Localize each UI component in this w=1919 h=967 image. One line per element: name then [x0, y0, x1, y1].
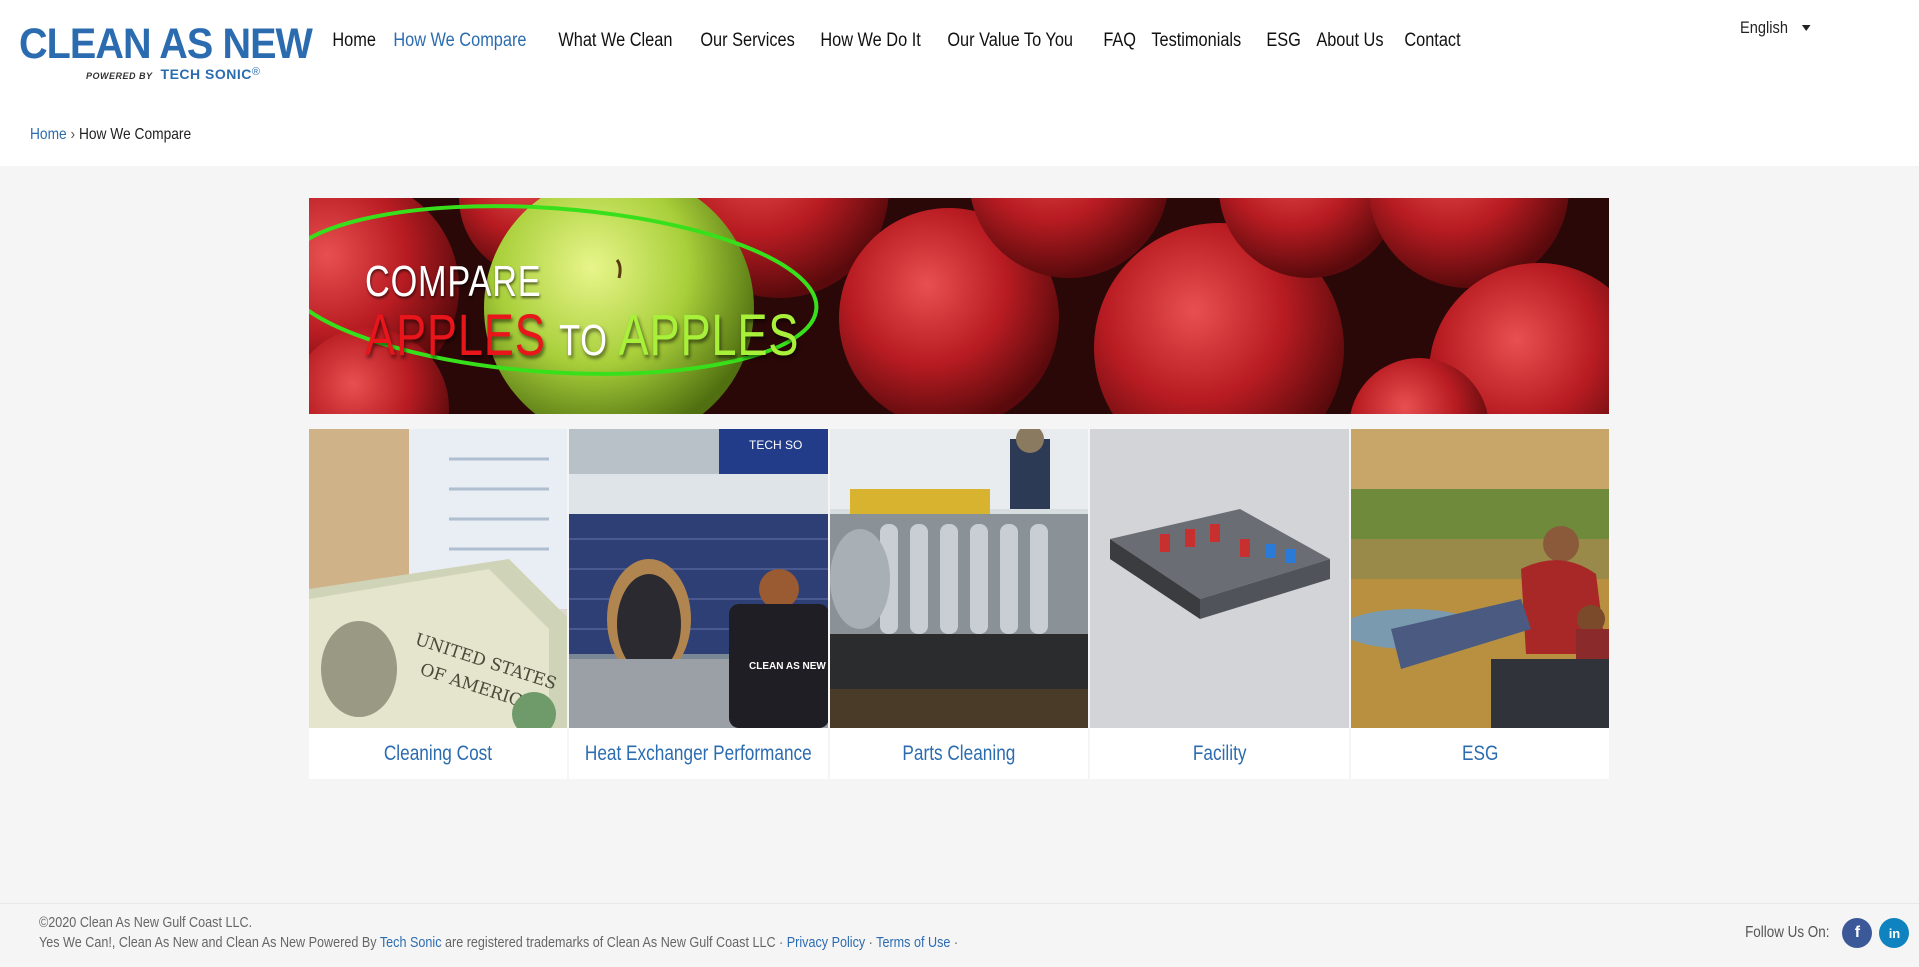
logo-tagline: POWERED BY TECH SONIC® — [86, 66, 260, 84]
site-header: CLEAN AS NEW POWERED BY TECH SONIC® Home … — [0, 0, 1919, 92]
footer-dot: · — [868, 934, 873, 951]
language-selected: English — [1740, 18, 1788, 37]
tile-label: Facility — [1192, 741, 1247, 765]
nav-our-services[interactable]: Our Services — [690, 30, 805, 52]
logo-wordmark: CLEAN AS NEW — [19, 20, 313, 68]
svg-text:TECH SO: TECH SO — [749, 438, 802, 452]
caret-down-icon — [1801, 25, 1811, 31]
nav-faq[interactable]: FAQ — [1093, 30, 1146, 52]
footer-tech-sonic-link[interactable]: Tech Sonic — [380, 934, 442, 951]
tile-label: Cleaning Cost — [384, 741, 493, 765]
footer-dot: · — [953, 934, 959, 951]
breadcrumb-current: How We Compare — [78, 126, 192, 143]
banner-apples-green: APPLES — [618, 303, 800, 368]
logo-powered-by: POWERED BY — [86, 71, 153, 81]
nav-esg[interactable]: ESG — [1256, 30, 1311, 52]
site-footer: ©2020 Clean As New Gulf Coast LLC. Yes W… — [0, 903, 1919, 967]
site-logo[interactable]: CLEAN AS NEW POWERED BY TECH SONIC® — [19, 20, 313, 84]
nav-home[interactable]: Home — [322, 30, 386, 52]
breadcrumb: Home › How We Compare — [30, 126, 191, 144]
logo-tech-sonic: TECH SONIC — [160, 66, 252, 82]
svg-text:CLEAN AS NEW: CLEAN AS NEW — [749, 661, 826, 672]
language-selector[interactable]: English — [1740, 18, 1811, 38]
footer-privacy-link[interactable]: Privacy Policy — [787, 934, 865, 951]
tile-heat-exchanger[interactable]: TECH SO CLEAN AS NEW Heat Exchanger Perf… — [569, 429, 828, 779]
footer-terms-link[interactable]: Terms of Use — [876, 934, 950, 951]
nav-what-we-clean[interactable]: What We Clean — [548, 30, 683, 52]
banner-compare-text: COMPARE — [365, 257, 542, 306]
nav-our-value[interactable]: Our Value To You — [937, 30, 1083, 52]
compare-tiles: UNITED STATES OF AMERICA Cleaning Cost T… — [309, 429, 1609, 779]
banner-apples-line: APPLES TO APPLES — [365, 306, 799, 371]
footer-trademark-suffix: are registered trademarks of Clean As Ne… — [445, 934, 784, 951]
esg-image — [1350, 429, 1609, 728]
money-image: UNITED STATES OF AMERICA — [309, 429, 568, 728]
tile-esg[interactable]: ESG — [1350, 429, 1609, 779]
tile-parts-cleaning[interactable]: Parts Cleaning — [829, 429, 1089, 779]
facebook-icon[interactable]: f — [1842, 918, 1873, 948]
banner-apples-red: APPLES — [365, 303, 546, 368]
banner-to: TO — [559, 316, 608, 365]
banner-headline: COMPARE APPLES TO APPLES — [365, 258, 922, 371]
follow-label: Follow Us On: — [1745, 924, 1830, 941]
parts-image — [829, 429, 1089, 728]
nav-contact[interactable]: Contact — [1394, 30, 1471, 52]
tile-cleaning-cost[interactable]: UNITED STATES OF AMERICA Cleaning Cost — [309, 429, 568, 779]
main-nav: Home How We Compare What We Clean Our Se… — [322, 30, 1469, 52]
footer-legal: ©2020 Clean As New Gulf Coast LLC. Yes W… — [39, 913, 958, 953]
heat-exchanger-image: TECH SO CLEAN AS NEW — [569, 429, 828, 728]
footer-copyright: ©2020 Clean As New Gulf Coast LLC. — [39, 914, 253, 931]
breadcrumb-separator: › — [70, 126, 76, 143]
facility-image — [1090, 429, 1349, 728]
nav-about-us[interactable]: About Us — [1306, 30, 1394, 52]
footer-trademark-prefix: Yes We Can!, Clean As New and Clean As N… — [39, 934, 377, 951]
footer-trademarks: Yes We Can!, Clean As New and Clean As N… — [39, 933, 958, 953]
linkedin-icon[interactable]: in — [1879, 918, 1910, 948]
logo-registered-mark: ® — [251, 66, 260, 78]
tile-label: Parts Cleaning — [902, 741, 1016, 765]
tile-label: ESG — [1461, 741, 1498, 765]
tile-label: Heat Exchanger Performance — [585, 741, 813, 765]
social-follow: Follow Us On: f in — [1729, 918, 1910, 948]
breadcrumb-home[interactable]: Home — [30, 126, 67, 143]
nav-how-we-compare[interactable]: How We Compare — [383, 30, 537, 52]
nav-testimonials[interactable]: Testimonials — [1141, 30, 1252, 52]
nav-how-we-do-it[interactable]: How We Do It — [810, 30, 931, 52]
tile-facility[interactable]: Facility — [1090, 429, 1349, 779]
